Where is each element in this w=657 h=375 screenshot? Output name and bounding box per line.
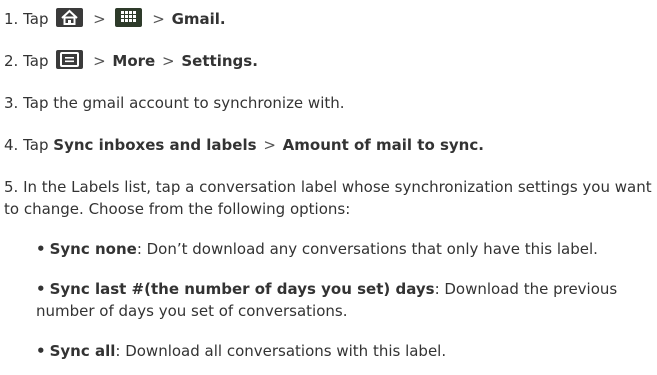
list-item: • Sync none: Don’t download any conversat… [36,238,598,260]
menu-icon [56,50,84,69]
step-5: 5. In the Labels list, tap a conversatio… [4,176,654,220]
option-amount-of-mail: Amount of mail to sync [282,136,479,154]
separator: > [162,52,175,70]
separator: > [93,10,106,28]
step-2: 2. Tap > More > Settings. [4,50,258,72]
bullet-dot: • [36,240,46,258]
step-number: 4. [4,136,19,154]
separator: > [93,52,106,70]
step-number: 1. [4,10,19,28]
step-text: Tap the gmail account to synchronize wit… [23,94,345,112]
option-label: Sync last #(the number of days you set) … [49,280,435,298]
step-text: In the Labels list, tap a conversation l… [4,178,652,218]
option-sync-inboxes: Sync inboxes and labels [53,136,257,154]
separator: > [152,10,165,28]
separator: > [263,136,276,154]
apps-grid-icon [115,8,143,27]
option-description: : Download all conversations with this l… [115,342,447,360]
list-item: • Sync all: Download all conversations wi… [36,340,446,362]
option-label: Sync all [49,342,116,360]
step-number: 2. [4,52,19,70]
bullet-dot: • [36,342,46,360]
step-text: Tap [23,10,49,28]
period: . [478,136,484,154]
step-1: 1. Tap > > Gmail. [4,8,226,30]
instructions-page: 1. Tap > > Gmail. 2. Tap > More > Settin… [0,0,657,375]
bullet-dot: • [36,280,46,298]
step-text: Tap [23,136,49,154]
app-name: Gmail [171,10,220,28]
home-icon [56,8,84,27]
step-text: Tap [23,52,49,70]
period: . [252,52,258,70]
step-4: 4. Tap Sync inboxes and labels > Amount … [4,134,484,156]
step-number: 3. [4,94,19,112]
menu-option-more: More [112,52,156,70]
list-item: • Sync last #(the number of days you set)… [36,278,651,322]
menu-option-settings: Settings [181,52,253,70]
option-description: : Don’t download any conversations that … [136,240,598,258]
step-3: 3. Tap the gmail account to synchronize … [4,92,345,114]
step-number: 5. [4,178,19,196]
option-label: Sync none [49,240,137,258]
period: . [219,10,226,28]
